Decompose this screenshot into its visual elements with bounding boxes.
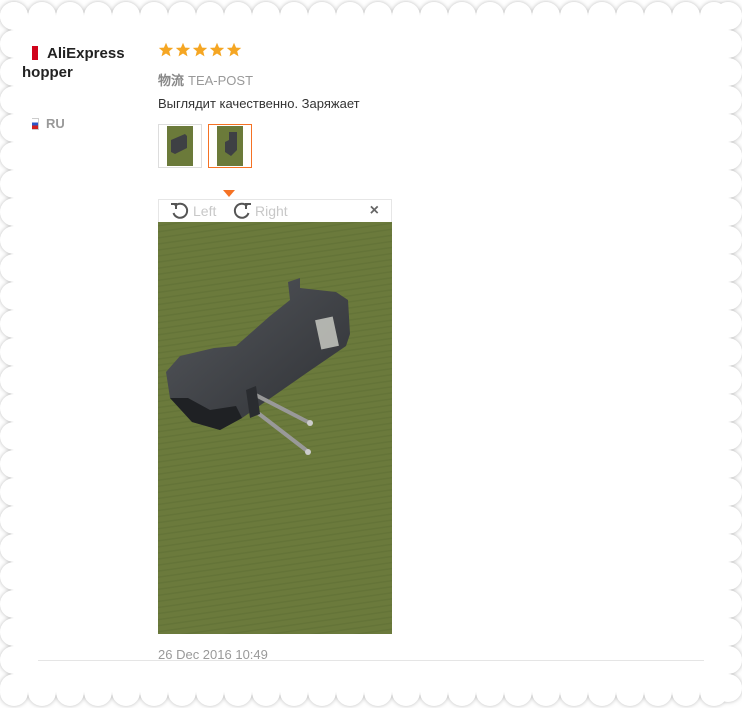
logistics-label: 物流 <box>158 73 185 88</box>
divider <box>38 660 704 661</box>
photo-thumbnails <box>158 124 678 170</box>
thumbnail-photo <box>217 126 243 166</box>
logistics-value: TEA-POST <box>188 73 254 88</box>
reviewer-name-line2[interactable]: hopper <box>22 64 73 81</box>
star-icon <box>175 42 191 57</box>
review-card: AliExpress hopper RU 物流 TEA-POST Выглядит… <box>22 20 720 688</box>
review-text: Выглядит качественно. Заряжает <box>158 96 360 111</box>
rotate-left-icon <box>171 202 189 219</box>
image-viewer: Left Right × <box>158 199 392 635</box>
thumbnail-photo <box>167 126 193 166</box>
rotate-right-label: Right <box>255 203 288 219</box>
close-viewer-button[interactable]: × <box>370 202 379 220</box>
star-icon <box>192 42 208 57</box>
brand-mark <box>32 46 38 60</box>
star-icon <box>209 42 225 57</box>
russia-flag-icon <box>32 117 39 130</box>
rotate-left-button[interactable]: Left <box>169 200 216 222</box>
star-icon <box>158 42 174 57</box>
reviewer-info: AliExpress hopper RU <box>22 42 152 132</box>
review-photo[interactable] <box>158 222 392 634</box>
review-content: 物流 TEA-POST Выглядит качественно. Заряжае… <box>158 42 678 662</box>
logistics-info: 物流 TEA-POST <box>158 70 678 88</box>
viewer-toolbar: Left Right × <box>158 199 392 222</box>
rotate-right-button[interactable]: Right <box>231 200 288 222</box>
thumbnail-2[interactable] <box>208 124 252 168</box>
reviewer-country: RU <box>32 116 65 131</box>
active-thumb-indicator <box>223 190 235 197</box>
rotate-left-label: Left <box>193 203 217 219</box>
country-code: RU <box>46 116 65 131</box>
reviewer-name[interactable]: AliExpress <box>47 45 125 62</box>
rotate-right-icon <box>233 202 251 219</box>
star-rating <box>158 42 678 60</box>
thumbnail-1[interactable] <box>158 124 202 168</box>
star-icon <box>226 42 242 57</box>
